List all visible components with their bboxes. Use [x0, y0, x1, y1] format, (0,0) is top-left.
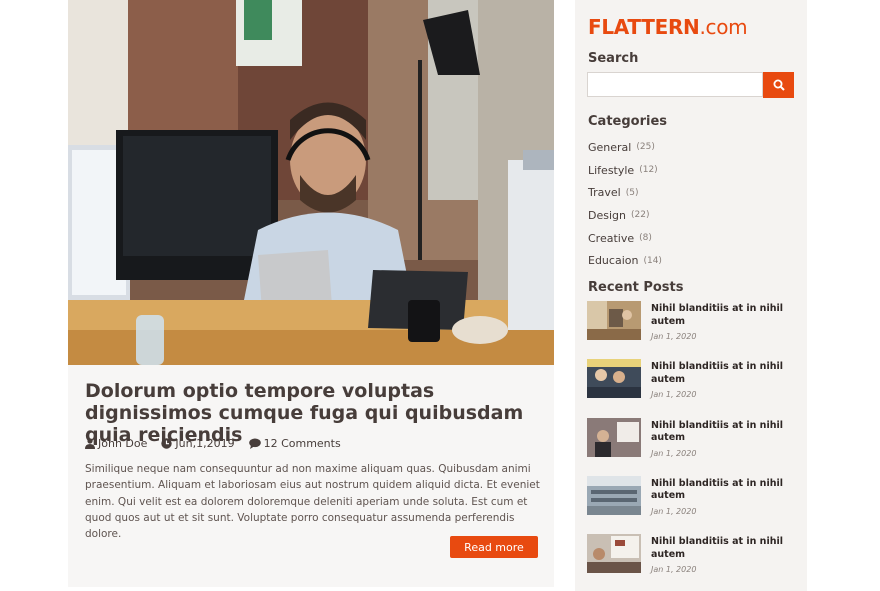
- search-button[interactable]: [763, 72, 794, 98]
- category-count: (22): [630, 210, 650, 221]
- category-name: General: [588, 140, 632, 154]
- logo-main-text: FLATTERN: [588, 15, 700, 39]
- category-item-general[interactable]: General (25): [588, 136, 788, 159]
- category-item-lifestyle[interactable]: Lifestyle (12): [588, 159, 788, 182]
- category-count: (14): [643, 255, 662, 266]
- category-name: Travel: [588, 186, 621, 200]
- recent-post-date: Jan 1, 2020: [651, 448, 697, 458]
- recent-post-title[interactable]: Nihil blanditiis at in nihil autem: [651, 303, 791, 328]
- read-more-button[interactable]: Read more: [450, 536, 538, 558]
- recent-post-title[interactable]: Nihil blanditiis at in nihil autem: [651, 420, 791, 445]
- post-comments[interactable]: 12 Comments: [248, 436, 341, 450]
- recent-post-thumbnail[interactable]: [587, 417, 641, 457]
- sidebar: FLATTERN.com Search Categories General (2…: [575, 0, 807, 591]
- recent-post-item[interactable]: Nihil blanditiis at in nihil autem Jan 1…: [587, 475, 797, 534]
- recent-post-item[interactable]: Nihil blanditiis at in nihil autem Jan 1…: [587, 417, 797, 476]
- category-count: (8): [639, 233, 652, 244]
- post-author-name: John Doe: [98, 436, 148, 450]
- recent-post-title[interactable]: Nihil blanditiis at in nihil autem: [651, 361, 791, 386]
- category-name: Creative: [588, 231, 635, 245]
- site-logo[interactable]: FLATTERN.com: [588, 15, 748, 39]
- recent-posts-widget-title: Recent Posts: [588, 280, 684, 295]
- recent-post-item[interactable]: Nihil blanditiis at in nihil autem Jan 1…: [587, 359, 797, 417]
- thumbnail-image: [587, 475, 641, 515]
- recent-post-title[interactable]: Nihil blanditiis at in nihil autem: [651, 478, 791, 503]
- category-name: Educaion: [588, 254, 639, 268]
- category-item-travel[interactable]: Travel (5): [588, 181, 788, 204]
- post-comments-text: 12 Comments: [263, 436, 341, 450]
- office-photo: [68, 0, 554, 365]
- category-count: (5): [625, 187, 639, 198]
- recent-post-thumbnail[interactable]: [587, 534, 641, 574]
- logo-domain-text: .com: [699, 15, 748, 39]
- post-meta: John Doe Jun,1,2019 12 Comments: [85, 436, 355, 450]
- recent-post-thumbnail[interactable]: [587, 475, 641, 515]
- post-date: Jun,1,2019: [161, 436, 235, 450]
- category-count: (25): [636, 142, 655, 153]
- clock-icon: [161, 437, 173, 449]
- user-icon: [85, 437, 95, 449]
- recent-post-date: Jan 1, 2020: [651, 565, 697, 575]
- recent-post-title[interactable]: Nihil blanditiis at in nihil autem: [651, 536, 791, 561]
- recent-posts-list: Nihil blanditiis at in nihil autem Jan 1…: [587, 301, 797, 591]
- recent-post-thumbnail[interactable]: [587, 359, 641, 399]
- thumbnail-image: [587, 359, 641, 399]
- category-item-education[interactable]: Educaion (14): [588, 249, 788, 272]
- search-icon: [773, 79, 785, 91]
- post-date-text: Jun,1,2019: [175, 436, 235, 450]
- thumbnail-image: [587, 417, 641, 457]
- categories-widget-title: Categories: [588, 114, 668, 129]
- post-excerpt: Similique neque nam consequuntur ad non …: [85, 463, 540, 541]
- category-count: (12): [639, 165, 658, 176]
- post-author[interactable]: John Doe: [85, 437, 147, 450]
- thumbnail-image: [587, 301, 641, 340]
- category-name: Design: [588, 208, 626, 222]
- search-widget-title: Search: [588, 51, 639, 66]
- recent-post-date: Jan 1, 2020: [651, 506, 697, 516]
- recent-post-item[interactable]: Nihil blanditiis at in nihil autem Jan 1…: [587, 301, 797, 359]
- recent-post-date: Jan 1, 2020: [651, 390, 697, 400]
- category-item-creative[interactable]: Creative (8): [588, 227, 788, 250]
- search-input[interactable]: [587, 72, 763, 97]
- recent-post-item[interactable]: Nihil blanditiis at in nihil autem Jan 1…: [587, 534, 797, 591]
- recent-post-thumbnail[interactable]: [587, 301, 641, 340]
- recent-post-date: Jan 1, 2020: [651, 332, 697, 341]
- comment-icon: [248, 438, 261, 449]
- category-item-design[interactable]: Design (22): [588, 204, 788, 227]
- post-featured-image[interactable]: [68, 0, 554, 365]
- category-name: Lifestyle: [588, 163, 635, 177]
- categories-list: General (25) Lifestyle (12) Travel (5) Desi…: [588, 136, 788, 272]
- thumbnail-image: [587, 534, 641, 574]
- blog-post-card: Dolorum optio tempore voluptas dignissim…: [68, 0, 554, 587]
